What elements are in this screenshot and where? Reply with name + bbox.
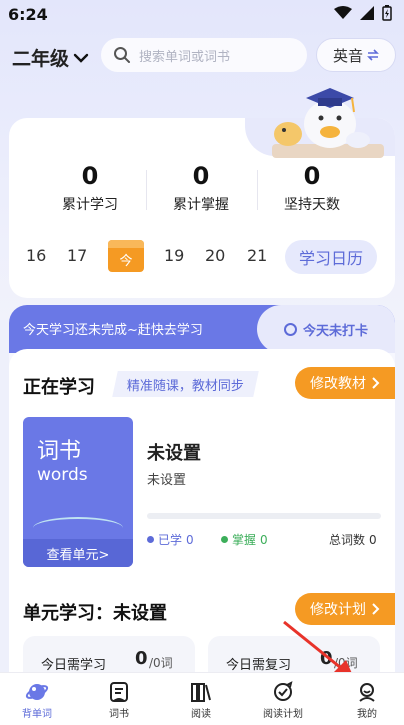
tag-badge: 精准随课，教材同步 <box>112 371 259 397</box>
search-input[interactable]: 搜索单词或词书 <box>101 38 307 72</box>
learned-label: 已学 <box>158 533 183 547</box>
open-book-icon <box>33 517 123 539</box>
book-cover-subtitle: words <box>37 465 88 485</box>
legend-mastered: 掌握 0 <box>221 531 268 548</box>
date-item[interactable]: 19 <box>164 246 184 265</box>
nav-label: 词书 <box>109 709 129 720</box>
book-progress-bar <box>147 513 381 519</box>
mastered-label: 掌握 <box>232 533 257 547</box>
stat-label: 坚持天数 <box>284 197 340 213</box>
stat-total-mastered: 0 累计掌握 <box>146 162 256 214</box>
learned-dot <box>147 536 154 543</box>
status-time: 6:24 <box>8 5 48 24</box>
checkin-label: 今天未打卡 <box>302 323 368 339</box>
today-calendar-icon[interactable]: 今 <box>108 240 144 272</box>
grade-label: 二年级 <box>12 48 70 70</box>
nav-item-reading-plan[interactable]: 阅读计划 <box>248 679 318 720</box>
nav-item-profile[interactable]: 我的 <box>332 679 402 720</box>
date-item[interactable]: 20 <box>205 246 225 265</box>
mastered-value: 0 <box>260 532 268 547</box>
today-learn-label: 今日需学习 <box>41 658 107 673</box>
search-placeholder: 搜索单词或词书 <box>139 49 231 65</box>
circle-icon <box>283 322 297 336</box>
section-title-learning: 正在学习 <box>23 377 95 398</box>
today-learn-unit: /0词 <box>149 656 173 670</box>
study-calendar-button[interactable]: 学习日历 <box>285 240 377 274</box>
status-icons <box>334 5 392 21</box>
book-subtitle: 未设置 <box>147 473 187 488</box>
stat-value: 0 <box>303 162 321 190</box>
nav-item-reading[interactable]: 阅读 <box>166 679 236 720</box>
stat-total-learned: 0 累计学习 <box>35 162 145 214</box>
book-title: 未设置 <box>147 443 201 464</box>
change-textbook-button[interactable]: 修改教材 <box>295 367 395 399</box>
search-icon <box>114 47 130 63</box>
duck-mascot-icon <box>272 88 384 158</box>
date-item[interactable]: 17 <box>67 246 87 265</box>
legend-learned: 已学 0 <box>147 531 194 548</box>
stat-label: 累计学习 <box>62 197 118 213</box>
change-plan-label: 修改计划 <box>310 602 366 618</box>
reminder-message: 今天学习还未完成~赶快去学习 <box>23 323 203 338</box>
grade-selector[interactable]: 二年级 <box>12 44 89 71</box>
chevron-right-icon <box>372 603 380 615</box>
section-title-unit: 单元学习：未设置 <box>23 603 167 624</box>
swap-icon <box>367 49 379 61</box>
book-icon <box>110 682 128 702</box>
book-cover[interactable]: 词书 words 查看单元> <box>23 417 133 567</box>
nav-item-wordbook[interactable]: 词书 <box>84 679 154 720</box>
chevron-right-icon <box>372 377 380 389</box>
today-learn-value: 0 <box>135 648 148 669</box>
mastered-dot <box>221 536 228 543</box>
wifi-icon <box>334 6 352 19</box>
checkin-button[interactable]: 今天未打卡 <box>257 305 395 353</box>
total-value: 0 <box>369 532 377 547</box>
stat-value: 0 <box>81 162 99 190</box>
target-icon <box>274 681 293 701</box>
book-cover-title: 词书 <box>37 439 82 464</box>
planet-icon <box>25 684 49 700</box>
status-bar: 6:24 <box>0 0 404 30</box>
accent-toggle-button[interactable]: 英音 <box>316 38 396 72</box>
accent-label: 英音 <box>332 46 363 65</box>
date-item[interactable]: 16 <box>26 246 46 265</box>
battery-icon <box>382 5 392 21</box>
reminder-banner: 今天学习还未完成~赶快去学习 今天未打卡 <box>9 305 395 353</box>
nav-label: 背单词 <box>22 709 52 720</box>
stat-label: 累计掌握 <box>173 197 229 213</box>
profile-icon <box>359 683 375 702</box>
tag-label: 精准随课，教材同步 <box>127 378 245 394</box>
learned-value: 0 <box>186 532 194 547</box>
nav-label: 阅读 <box>191 709 211 720</box>
signal-icon <box>360 6 374 20</box>
nav-label: 阅读计划 <box>263 709 303 720</box>
chevron-down-icon <box>73 53 89 63</box>
date-item[interactable]: 21 <box>247 246 267 265</box>
books-icon <box>191 683 211 702</box>
nav-item-vocab[interactable]: 背单词 <box>2 679 72 720</box>
legend-total: 总词数 0 <box>329 531 377 548</box>
stat-streak-days: 0 坚持天数 <box>257 162 367 214</box>
stat-value: 0 <box>192 162 210 190</box>
change-textbook-label: 修改教材 <box>310 376 366 392</box>
today-label: 今 <box>119 253 133 269</box>
total-label: 总词数 <box>329 533 366 547</box>
view-units-button[interactable]: 查看单元> <box>23 539 133 567</box>
bottom-nav: 背单词 词书 阅读 阅读计划 我的 <box>0 672 404 725</box>
week-strip: 16 17 今 19 20 21 学习日历 <box>9 236 395 276</box>
nav-label: 我的 <box>357 709 377 720</box>
